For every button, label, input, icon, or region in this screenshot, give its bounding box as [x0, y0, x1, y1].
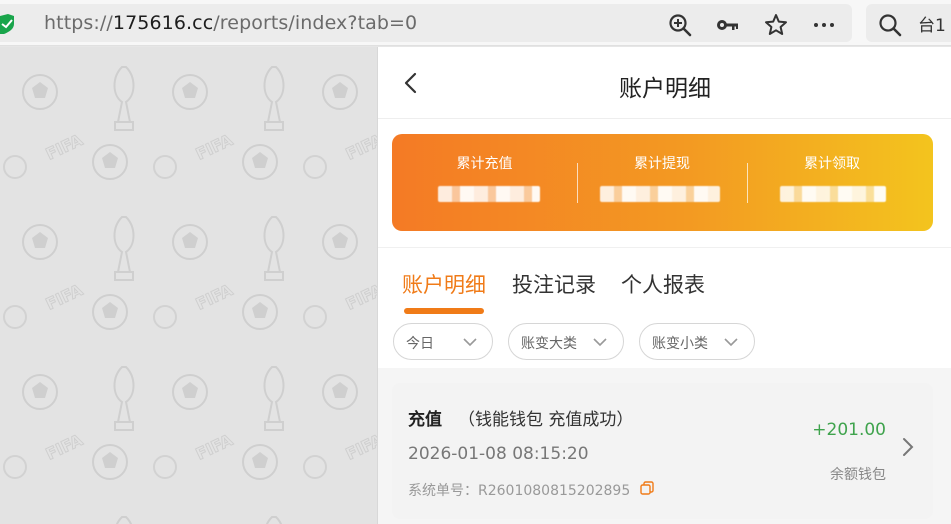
browser-toolbar: https://175616.cc/reports/index?tab=0 台1	[0, 0, 951, 46]
stat-value-blurred	[438, 186, 540, 202]
tab-bet-records[interactable]: 投注记录	[512, 269, 596, 299]
summary-card: 累计充值 累计提现 累计领取	[392, 134, 933, 231]
record-time: 2026-01-08 08:15:20	[408, 444, 589, 464]
record-type: 充值	[408, 410, 442, 430]
record-description: （钱能钱包 充值成功）	[458, 410, 634, 430]
url-text[interactable]: https://175616.cc/reports/index?tab=0	[44, 12, 417, 34]
stat-total-deposit: 累计充值	[392, 134, 577, 231]
summary-section: 累计充值 累计提现 累计领取	[378, 119, 951, 247]
filter-minor-category[interactable]: 账变小类	[639, 323, 755, 360]
stat-label: 累计提现	[634, 156, 690, 172]
chevron-down-icon	[724, 338, 738, 347]
stat-label: 累计充值	[456, 156, 513, 172]
url-domain: 175616.cc	[112, 12, 214, 34]
shield-icon[interactable]	[0, 14, 16, 34]
filter-date[interactable]: 今日	[393, 323, 493, 360]
stat-total-claimed: 累计领取	[747, 134, 917, 231]
tab-personal-report[interactable]: 个人报表	[621, 269, 705, 299]
star-icon[interactable]	[764, 13, 788, 37]
active-tab-indicator	[404, 308, 484, 314]
record-wallet: 余额钱包	[830, 467, 886, 483]
page-title: 账户明细	[619, 76, 711, 102]
chevron-down-icon	[593, 338, 607, 347]
stat-value-blurred	[780, 186, 886, 202]
more-icon[interactable]	[812, 13, 836, 37]
filter-label: 今日	[406, 336, 434, 352]
soccer-trophy-pattern: FIFA	[0, 47, 377, 524]
record-order-number: 系统单号：R2601080815202895	[408, 483, 631, 499]
record-amount: +201.00	[812, 420, 886, 440]
url-path: /reports/index?tab=0	[213, 12, 418, 34]
tab-account-details[interactable]: 账户明细	[402, 269, 486, 299]
chevron-down-icon	[463, 338, 477, 347]
stat-value-blurred	[600, 186, 720, 202]
search-text[interactable]: 台1	[918, 11, 946, 36]
chevron-right-icon[interactable]	[901, 436, 915, 458]
zoom-in-icon[interactable]	[668, 13, 692, 37]
background-pattern: FIFA	[0, 47, 377, 524]
url-prefix: https://	[44, 12, 113, 34]
filter-label: 账变大类	[521, 336, 577, 352]
address-bar[interactable]: https://175616.cc/reports/index?tab=0	[0, 4, 852, 42]
stat-label: 累计领取	[804, 156, 860, 172]
key-icon[interactable]	[715, 13, 739, 37]
filter-label: 账变小类	[652, 336, 708, 352]
filter-major-category[interactable]: 账变大类	[508, 323, 624, 360]
mobile-page: 账户明细 累计充值 累计提现 累计领取 账户明细 投注记录 个人报表 今日 账变…	[377, 47, 951, 524]
search-icon[interactable]	[878, 13, 902, 37]
tabs-section: 账户明细 投注记录 个人报表 今日 账变大类 账变小类	[378, 247, 951, 368]
copy-icon[interactable]	[640, 481, 654, 495]
transaction-record[interactable]: 充值 （钱能钱包 充值成功） 2026-01-08 08:15:20 系统单号：…	[392, 383, 933, 519]
page-header: 账户明细	[378, 47, 951, 119]
stat-total-withdraw: 累计提现	[577, 134, 747, 231]
